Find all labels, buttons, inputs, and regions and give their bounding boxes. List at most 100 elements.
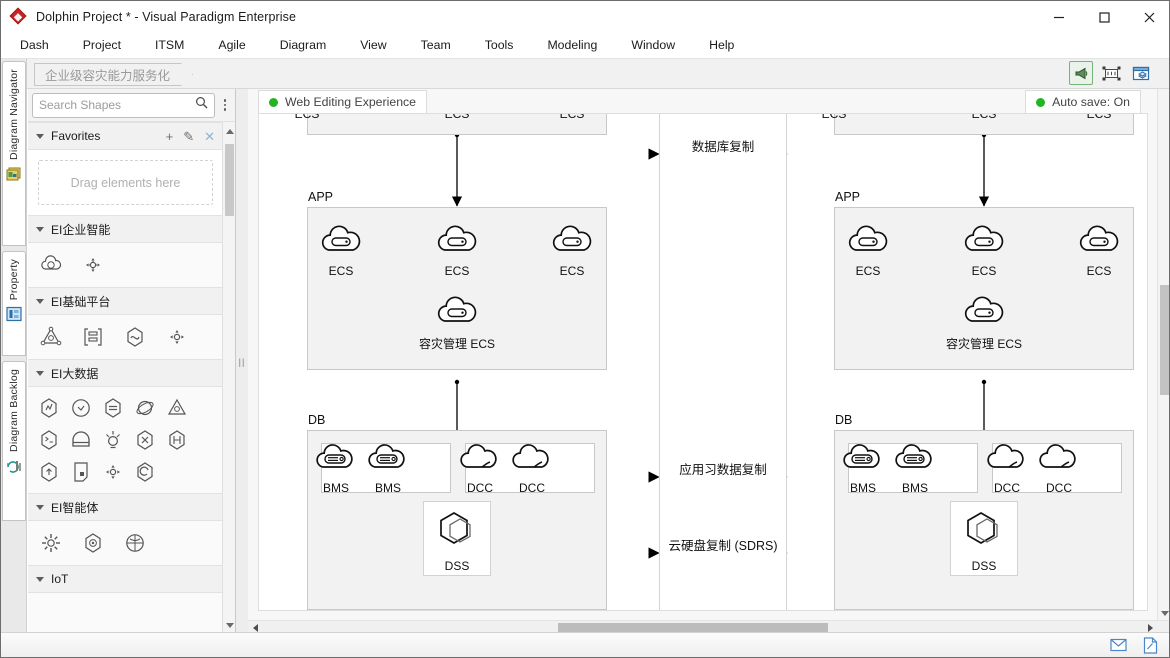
right-app-ecs-2[interactable]: ECS — [947, 218, 1021, 278]
close-favorite-button[interactable]: ✕ — [204, 130, 215, 143]
scrollbar-thumb[interactable] — [225, 144, 234, 216]
right-app-ecs-1[interactable]: ECS — [831, 218, 905, 278]
left-dcc-2[interactable]: DCC — [495, 439, 569, 495]
diagram-tab[interactable]: 企业级容灾能力服务化 — [34, 63, 193, 86]
menu-item-window[interactable]: Window — [614, 32, 692, 59]
hex-cross-icon[interactable] — [132, 427, 158, 453]
shapes-group-iot[interactable]: IoT — [28, 565, 223, 593]
scrollbar-thumb[interactable] — [1160, 285, 1169, 395]
group-label: EI企业智能 — [51, 222, 111, 237]
layers-window-icon[interactable] — [1129, 61, 1153, 85]
shapes-panel: Search Shapes Favorites + ✎ ✕ Drag eleme… — [28, 89, 236, 634]
hex-terminal-icon[interactable] — [36, 427, 62, 453]
left-bms-2[interactable]: BMS — [351, 439, 425, 495]
menu-item-agile[interactable]: Agile — [201, 32, 262, 59]
globe-orbit-icon[interactable] — [132, 395, 158, 421]
document-note-icon[interactable] — [68, 459, 94, 485]
menu-item-itsm[interactable]: ITSM — [138, 32, 201, 59]
cloud-server-icon — [1076, 225, 1122, 262]
diagram-tab-strip: 企业级容灾能力服务化 — [1, 59, 1169, 89]
mail-icon[interactable] — [1109, 636, 1127, 654]
cloud-server-icon — [961, 225, 1007, 262]
node-cluster-icon[interactable] — [164, 324, 190, 350]
node-label: BMS — [901, 481, 928, 495]
menu-item-tools[interactable]: Tools — [468, 32, 531, 59]
left-top-node-2[interactable]: ECS — [420, 114, 494, 121]
minimize-button[interactable] — [1036, 1, 1081, 32]
left-dss[interactable]: DSS — [420, 507, 494, 573]
hex-upload-icon[interactable] — [36, 459, 62, 485]
node-label: ECS — [855, 264, 881, 278]
right-app-dr-manager-ecs[interactable]: 容灾管理 ECS — [929, 289, 1039, 352]
scroll-up-icon[interactable] — [223, 124, 235, 138]
rail-tab-property[interactable]: Property — [2, 251, 26, 356]
arch-box-icon[interactable] — [68, 427, 94, 453]
close-button[interactable] — [1126, 1, 1169, 32]
node-label: 容灾管理 ECS — [945, 337, 1022, 351]
left-top-node-1[interactable]: ECS — [270, 114, 344, 121]
node-label: ECS — [328, 264, 354, 278]
hex-chart-icon[interactable] — [36, 395, 62, 421]
fit-to-window-icon[interactable] — [1099, 61, 1123, 85]
shapes-group-favorites[interactable]: Favorites + ✎ ✕ — [28, 122, 223, 150]
diagram-canvas-area[interactable]: Web Editing Experience Auto save: On 数据库… — [248, 89, 1169, 634]
right-top-node-3[interactable]: ECS — [1062, 114, 1136, 121]
hex-brain-icon[interactable] — [80, 530, 106, 556]
node-cluster-icon[interactable] — [80, 252, 106, 278]
note-edit-icon[interactable] — [1141, 636, 1159, 654]
shapes-panel-scrollbar[interactable] — [222, 122, 235, 634]
canvas-vertical-scrollbar[interactable] — [1157, 89, 1169, 620]
triangle-net-icon[interactable] — [164, 395, 190, 421]
shapes-group-ei-bigdata[interactable]: EI大数据 — [28, 359, 223, 387]
hex-bracket-icon[interactable] — [164, 427, 190, 453]
menu-item-help[interactable]: Help — [692, 32, 751, 59]
kebab-menu-icon[interactable] — [218, 99, 232, 111]
right-top-node-2[interactable]: ECS — [947, 114, 1021, 121]
left-top-node-3[interactable]: ECS — [535, 114, 609, 121]
search-input[interactable]: Search Shapes — [32, 92, 215, 118]
left-app-ecs-3[interactable]: ECS — [535, 218, 609, 278]
menu-item-project[interactable]: Project — [66, 32, 138, 59]
cloud-face-icon[interactable] — [38, 252, 64, 278]
shapes-group-ei-agent[interactable]: EI智能体 — [28, 493, 223, 521]
add-favorite-button[interactable]: + — [166, 130, 174, 143]
search-placeholder: Search Shapes — [39, 98, 122, 112]
menu-item-diagram[interactable]: Diagram — [263, 32, 343, 59]
bulb-gear-icon[interactable] — [100, 427, 126, 453]
rail-tab-diagram-navigator[interactable]: Diagram Navigator — [2, 61, 26, 246]
rail-tab-diagram-backlog[interactable]: Diagram Backlog — [2, 361, 26, 521]
menu-item-view[interactable]: View — [343, 32, 403, 59]
hex-equal-icon[interactable] — [100, 395, 126, 421]
circle-arrow-icon[interactable] — [68, 395, 94, 421]
right-dss[interactable]: DSS — [947, 507, 1021, 573]
shapes-group-ei-platform[interactable]: EI基础平台 — [28, 287, 223, 315]
right-top-node-1[interactable]: ECS — [797, 114, 871, 121]
right-dcc-2[interactable]: DCC — [1022, 439, 1096, 495]
panel-splitter[interactable]: || — [236, 89, 248, 634]
edit-favorite-button[interactable]: ✎ — [183, 130, 194, 143]
favorites-dropzone[interactable]: Drag elements here — [38, 160, 213, 205]
maximize-button[interactable] — [1081, 1, 1126, 32]
globe-target-icon[interactable] — [122, 530, 148, 556]
announce-icon[interactable] — [1069, 61, 1093, 85]
diagram-surface[interactable]: 数据库复制 应用习数据复制 云硬盘复制 (SDRS) ECS ECS ECS A… — [258, 113, 1148, 611]
group-label: EI基础平台 — [51, 294, 111, 309]
left-app-dr-manager-ecs[interactable]: 容灾管理 ECS — [402, 289, 512, 352]
framed-list-icon[interactable] — [80, 324, 106, 350]
group-label: EI智能体 — [51, 500, 99, 515]
right-app-ecs-3[interactable]: ECS — [1062, 218, 1136, 278]
left-app-ecs-1[interactable]: ECS — [304, 218, 378, 278]
scroll-down-icon[interactable] — [223, 618, 235, 632]
triangle-net-icon[interactable] — [38, 324, 64, 350]
node-cluster-icon[interactable] — [100, 459, 126, 485]
menu-item-modeling[interactable]: Modeling — [530, 32, 614, 59]
shapes-group-ei-enterprise-intelligence[interactable]: EI企业智能 — [28, 215, 223, 243]
right-bms-2[interactable]: BMS — [878, 439, 952, 495]
left-app-ecs-2[interactable]: ECS — [420, 218, 494, 278]
spark-burst-icon[interactable] — [38, 530, 64, 556]
hexagon-wave-icon[interactable] — [122, 324, 148, 350]
menu-item-team[interactable]: Team — [404, 32, 468, 59]
menu-item-dash[interactable]: Dash — [1, 32, 66, 59]
hex-loop-icon[interactable] — [132, 459, 158, 485]
scroll-down-icon[interactable] — [1158, 606, 1169, 620]
